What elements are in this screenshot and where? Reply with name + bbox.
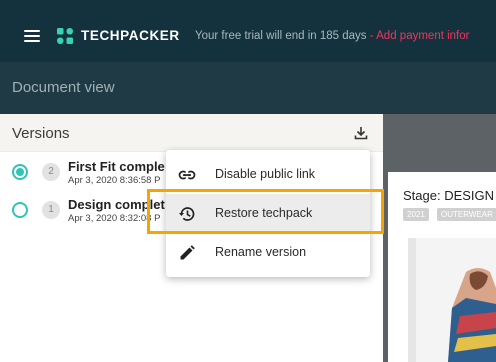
pencil-icon	[180, 245, 195, 260]
page-title: Document view	[12, 79, 115, 96]
add-payment-link[interactable]: Add payment infor	[376, 30, 469, 42]
trial-separator: -	[366, 30, 377, 42]
top-nav-bar: TECHPACKER Your free trial will end in 1…	[0, 0, 496, 62]
menu-item-rename-version[interactable]: Rename version	[166, 233, 370, 271]
tag-category: OUTERWEAR	[437, 208, 496, 221]
trial-text: Your free trial will end in 185 days	[195, 30, 367, 42]
version-radio-selected[interactable]	[12, 164, 28, 180]
menu-label: Rename version	[215, 245, 307, 259]
version-date: Apr 3, 2020 8:36:58 P	[68, 175, 161, 186]
focus-highlight-box	[147, 189, 384, 234]
version-name: First Fit comple	[68, 159, 165, 174]
logo-text[interactable]: TECHPACKER	[81, 28, 180, 43]
link-icon	[178, 170, 196, 180]
product-photo-icon	[408, 238, 496, 362]
menu-item-disable-public-link[interactable]: Disable public link	[166, 155, 370, 193]
menu-label: Disable public link	[215, 167, 316, 181]
versions-title: Versions	[12, 125, 70, 142]
hamburger-menu-icon[interactable]	[24, 30, 40, 42]
product-image	[408, 238, 496, 362]
trial-notice: Your free trial will end in 185 days - A…	[195, 30, 469, 42]
download-icon[interactable]	[353, 125, 369, 141]
versions-header: Versions	[0, 114, 383, 152]
stage-label: Stage: DESIGN	[403, 188, 495, 203]
version-radio[interactable]	[12, 202, 28, 218]
techpack-preview: Stage: DESIGN 2021 OUTERWEAR	[388, 172, 496, 362]
version-number-badge: 1	[42, 201, 60, 219]
techpacker-logo-icon[interactable]	[56, 27, 74, 45]
tag-year: 2021	[403, 208, 429, 221]
version-number-badge: 2	[42, 163, 60, 181]
